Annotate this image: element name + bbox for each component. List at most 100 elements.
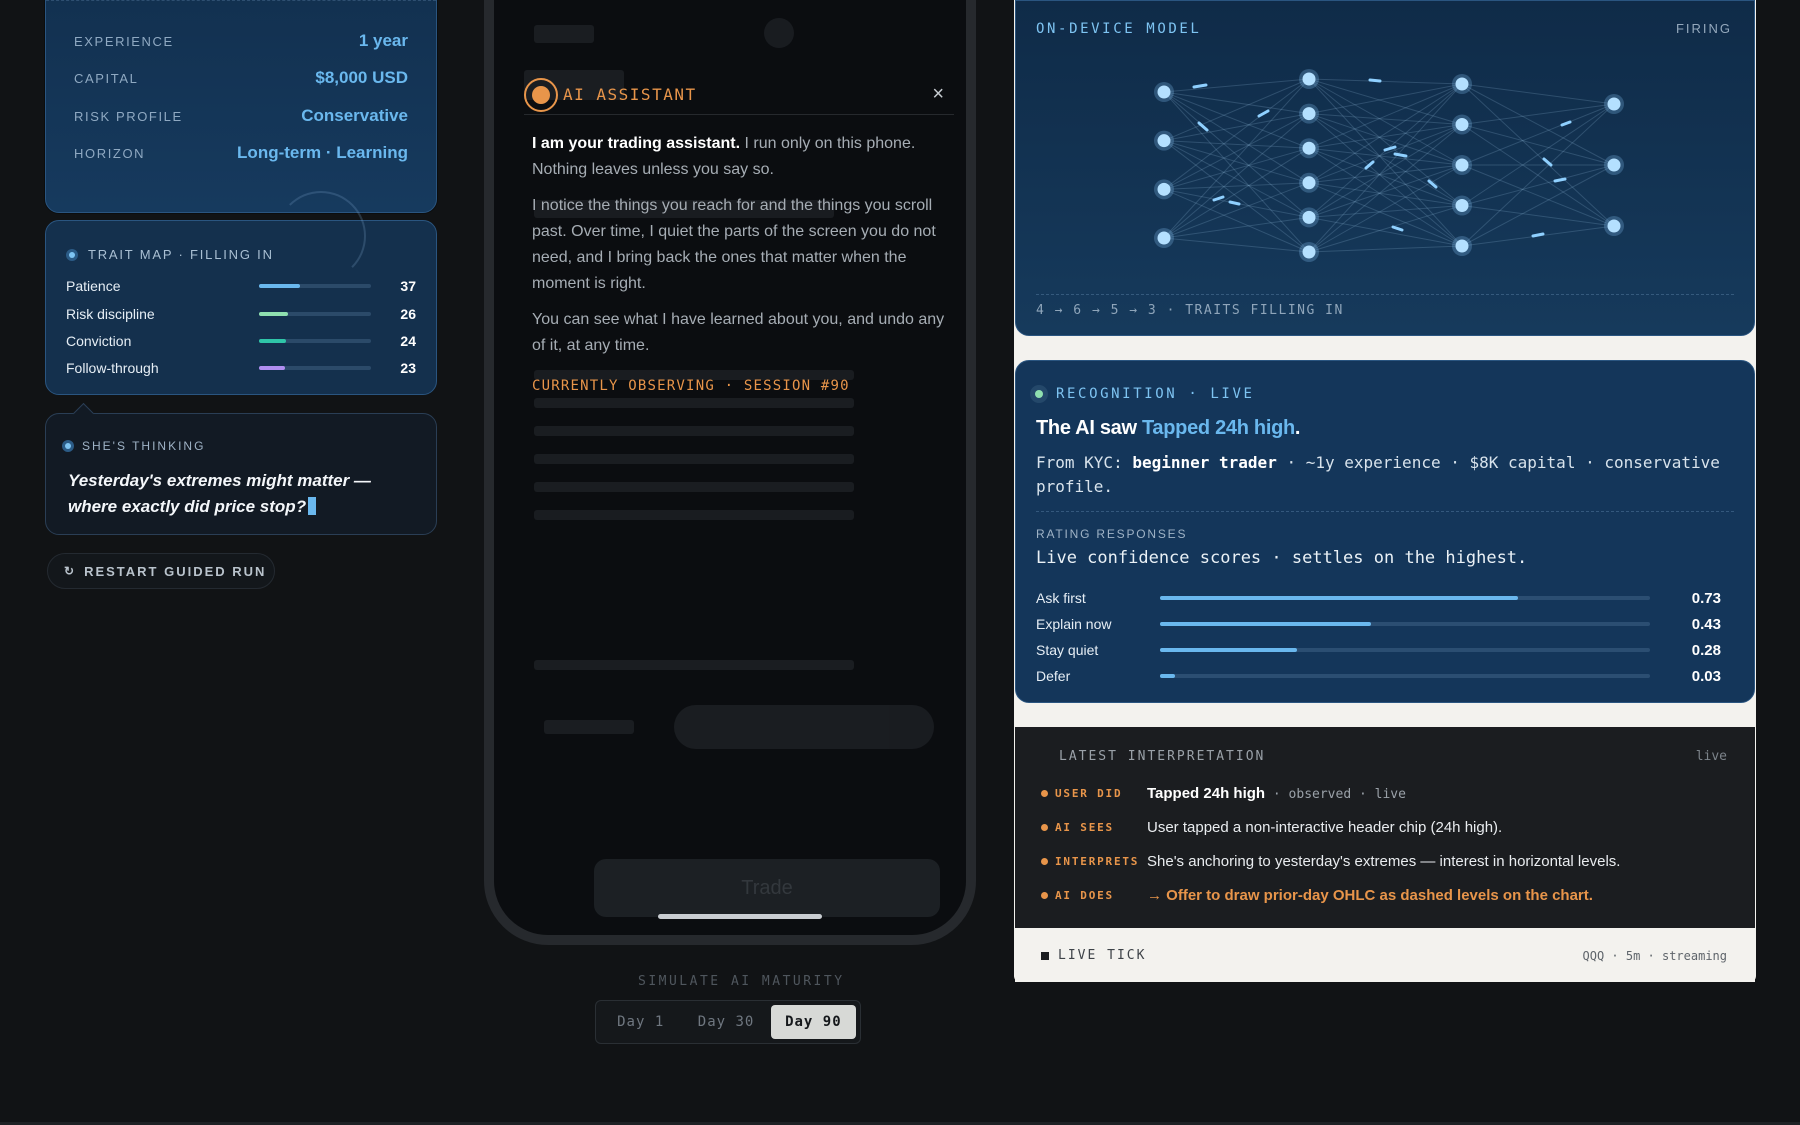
network-edge <box>1308 78 1463 166</box>
interpretation-text: Tapped 24h high · observed · live <box>1147 785 1406 802</box>
interpretation-action-text[interactable]: → Offer to draw prior-day OHLC as dashed… <box>1147 887 1593 904</box>
response-score: 0.03 <box>1691 667 1721 685</box>
network-node <box>1157 134 1171 148</box>
bullet-icon <box>1041 857 1048 865</box>
network-node <box>1607 219 1621 233</box>
live-tick-meta: QQQ · 5m · streaming <box>1582 949 1728 963</box>
signal-pulse <box>1560 120 1572 127</box>
trade-button-ghost: Trade <box>594 859 940 917</box>
network-edge <box>1461 124 1615 166</box>
network-edge <box>1308 205 1463 218</box>
network-edge <box>1461 205 1615 227</box>
model-divider <box>1036 294 1734 295</box>
network-edge <box>1163 237 1310 253</box>
interpretation-meta: · observed · live <box>1265 786 1406 802</box>
kyc-row-risk-profile: RISK PROFILE Conservative <box>74 101 408 131</box>
kyc-row-capital: CAPITAL $8,000 USD <box>74 63 408 93</box>
network-edge <box>1461 83 1615 166</box>
network-edge <box>1461 103 1615 247</box>
network-edge <box>1308 124 1463 253</box>
network-node <box>1455 239 1469 253</box>
kyc-value: Long-term · Learning <box>237 143 408 162</box>
network-edge <box>1163 140 1310 218</box>
day-90-button[interactable]: Day 90 <box>770 1005 856 1039</box>
network-edge <box>1163 113 1310 239</box>
network-edge <box>1163 91 1310 149</box>
thinking-card: SHE'S THINKING Yesterday's extremes migh… <box>45 413 437 535</box>
trait-map-card: TRAIT MAP · FILLING IN Patience 37 Risk … <box>45 191 437 395</box>
trait-name: Conviction <box>66 333 132 349</box>
recognition-title-suffix: . <box>1294 417 1301 439</box>
restart-guided-run-button[interactable]: ↻ RESTART GUIDED RUN <box>47 553 275 589</box>
network-edge <box>1163 182 1310 190</box>
interpretation-text: She's anchoring to yesterday's extremes … <box>1147 852 1621 870</box>
network-edge <box>1163 113 1310 190</box>
network-edge <box>1163 78 1310 142</box>
response-row: Defer 0.03 <box>1036 665 1721 687</box>
response-bar-fill <box>1160 622 1371 626</box>
trait-name: Patience <box>66 278 121 294</box>
kyc-key: CAPITAL <box>74 70 139 86</box>
response-bar-fill <box>1160 596 1518 600</box>
interpretation-text: User tapped a non-interactive header chi… <box>1147 818 1503 836</box>
response-bar <box>1160 648 1650 652</box>
recognition-description: From KYC: beginner trader · ~1y experien… <box>1036 451 1736 499</box>
kyc-key: HORIZON <box>74 145 146 161</box>
network-edge <box>1461 164 1615 227</box>
network-node <box>1157 231 1171 245</box>
day-30-button[interactable]: Day 30 <box>685 1005 766 1039</box>
live-tick-text: LIVE TICK <box>1058 948 1147 963</box>
observing-status: CURRENTLY OBSERVING · SESSION #90 <box>532 378 850 394</box>
network-edge <box>1163 113 1310 142</box>
trait-bar-fill <box>259 312 289 316</box>
thinking-text: Yesterday's extremes might matter — wher… <box>68 468 408 520</box>
kyc-profile-card: EXPERIENCE 1 year CAPITAL $8,000 USD RIS… <box>45 0 437 213</box>
maturity-selector: Day 1 Day 30 Day 90 <box>595 1000 861 1044</box>
interpretation-tag-label: USER DID <box>1055 786 1123 800</box>
signal-pulse <box>1364 160 1375 170</box>
phone-frame: AI ASSISTANT × I am your trading assista… <box>484 0 976 945</box>
network-edge <box>1461 164 1615 206</box>
kyc-row-horizon: HORIZON Long-term · Learning <box>74 138 408 168</box>
recognition-title-highlight: Tapped 24h high <box>1142 417 1295 439</box>
restart-label: RESTART GUIDED RUN <box>84 563 267 579</box>
live-tick-label: LIVE TICK <box>1041 948 1146 963</box>
close-icon[interactable]: × <box>932 83 944 106</box>
network-node <box>1455 77 1469 91</box>
signal-pulse <box>1257 109 1270 118</box>
trait-name: Follow-through <box>66 360 159 376</box>
network-node <box>1157 85 1171 99</box>
rating-subtitle: Live confidence scores · settles on the … <box>1036 548 1528 568</box>
thinking-quote: Yesterday's extremes might matter — wher… <box>68 471 371 516</box>
simulate-label: SIMULATE AI MATURITY <box>638 974 845 989</box>
signal-pulse <box>1192 83 1208 89</box>
signal-pulse <box>1531 232 1545 238</box>
interpretation-row: INTERPRETS She's anchoring to yesterday'… <box>1041 849 1735 873</box>
assistant-orb-icon <box>524 77 558 112</box>
recognition-desc-prefix: From KYC: <box>1036 453 1133 472</box>
latest-interpretation-card: LATEST INTERPRETATION live USER DID Tapp… <box>1015 727 1755 928</box>
response-name: Ask first <box>1036 590 1086 606</box>
signal-pulse <box>1393 152 1408 158</box>
trait-value: 26 <box>400 306 416 322</box>
network-node <box>1302 141 1316 155</box>
response-score: 0.28 <box>1691 641 1721 659</box>
recognition-header: RECOGNITION · LIVE <box>1030 385 1255 403</box>
network-node <box>1455 199 1469 212</box>
network-edge <box>1163 182 1310 239</box>
kyc-key: RISK PROFILE <box>74 108 183 124</box>
response-name: Explain now <box>1036 616 1112 632</box>
interpretation-tag: INTERPRETS <box>1041 855 1147 868</box>
interpretation-tag: AI DOES <box>1041 889 1147 902</box>
network-node <box>1302 72 1316 86</box>
kyc-value: Conservative <box>301 106 408 125</box>
network-edge <box>1461 103 1615 166</box>
network-node <box>1302 210 1316 224</box>
trait-bar <box>259 339 371 343</box>
assistant-intro-bold: I am your trading assistant. <box>532 135 741 152</box>
trait-bar <box>259 312 371 316</box>
signal-pulse <box>1383 145 1397 152</box>
day-1-button[interactable]: Day 1 <box>600 1005 681 1039</box>
trait-name: Risk discipline <box>66 306 155 322</box>
kyc-value: $8,000 USD <box>315 68 408 87</box>
